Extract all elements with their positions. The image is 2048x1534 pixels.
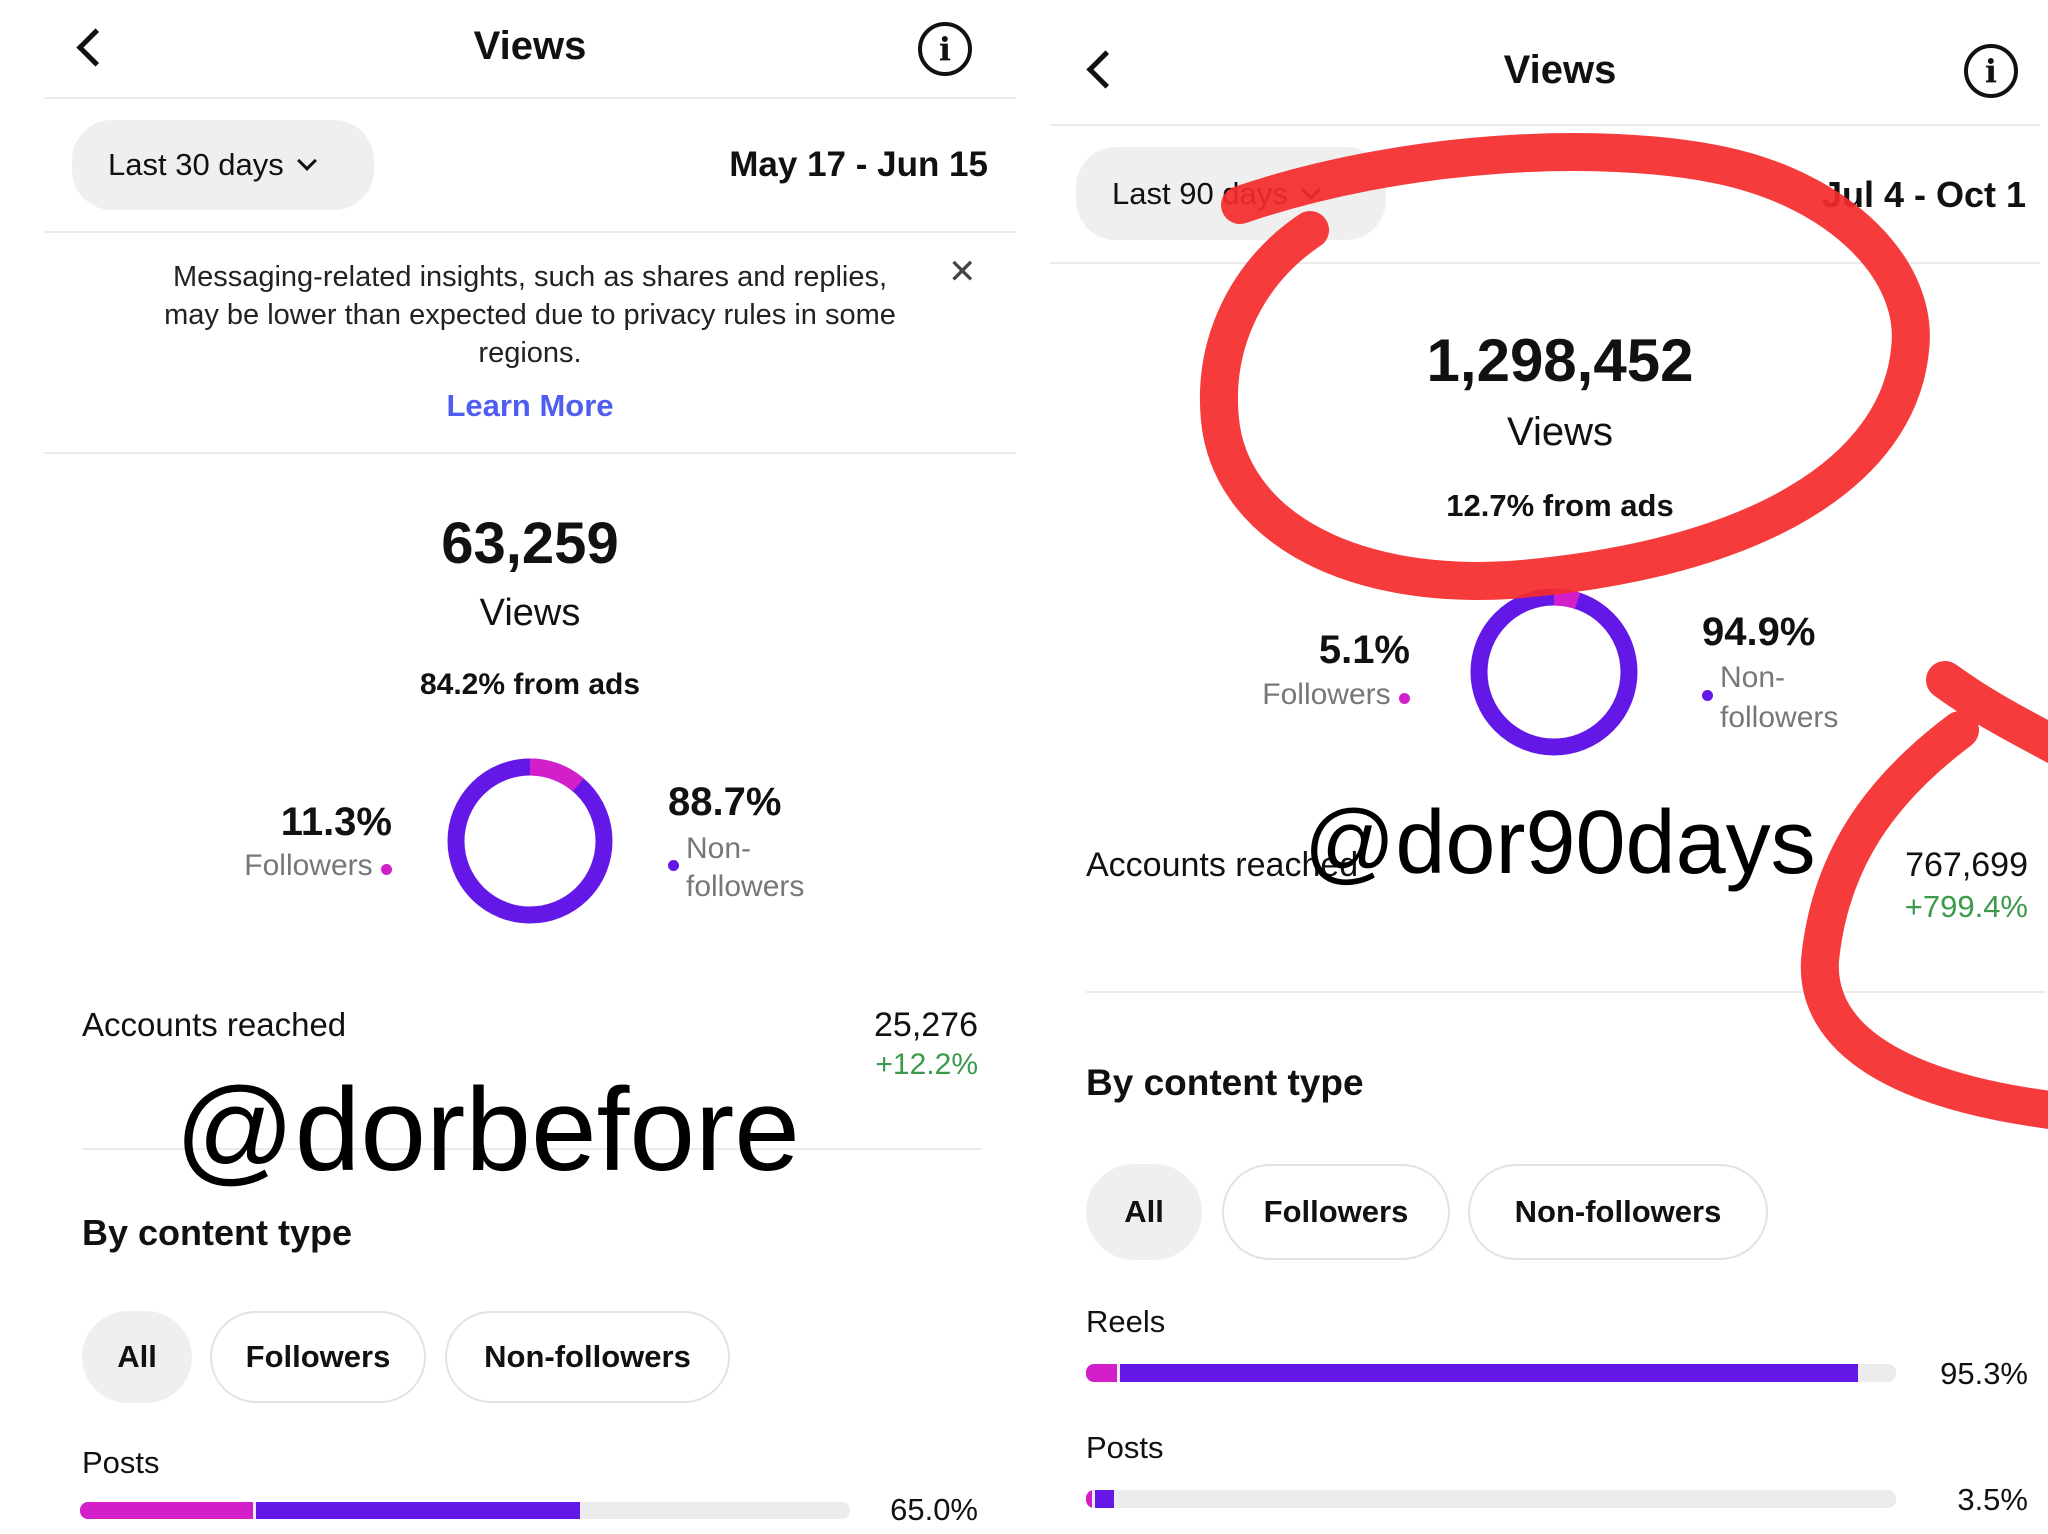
before-screenshot: Views i Last 30 days May 17 - Jun 15 Mes… [0,0,1040,1534]
followers-label: Followers [244,849,373,882]
red-circle-views [1200,133,1930,600]
bar-nonfollower-segment [255,1502,581,1519]
red-annotation-overlay [1200,133,2048,1129]
nonfollowers-dot [668,860,679,871]
date-range-dropdown[interactable]: Last 30 days [72,120,374,210]
date-range-dates: May 17 - Jun 15 [729,145,988,184]
followers-dot [381,864,392,875]
nonfollowers-legend: Non- followers [668,830,804,906]
divider [44,97,1016,99]
divider [44,452,1016,454]
learn-more-link[interactable]: Learn More [0,388,1040,424]
accounts-reached-change: +12.2% [875,1048,978,1081]
nonfollowers-label-2: followers [686,870,805,903]
close-icon[interactable]: ✕ [948,252,977,292]
views-label: Views [479,592,581,634]
red-circle-reach [1800,661,2048,1129]
date-range-label: Last 30 days [108,147,284,182]
bar-follower-segment [80,1502,253,1519]
content-row-label: Posts [82,1445,160,1480]
accounts-reached-value: 25,276 [874,1006,978,1044]
ads-share: 84.2% from ads [419,668,641,701]
content-type-heading: By content type [82,1212,353,1253]
accounts-reached-label: Accounts reached [82,1006,347,1043]
content-row-percent: 65.0% [890,1492,978,1527]
after-screenshot: Views i Last 90 days Jul 4 - Oct 1 1,298… [1040,0,2048,1534]
filter-all[interactable]: All [82,1311,192,1403]
page-title: Views [473,24,587,68]
views-total: 63,259 [441,511,619,576]
nonfollower-ring [447,758,613,924]
watermark-handle: @dorbefore [175,1064,800,1196]
followers-legend: Followers [244,849,392,883]
info-icon[interactable]: i [918,22,972,76]
chevron-down-icon [296,151,317,171]
nonfollowers-label-1: Non- [686,832,752,865]
content-row-bar [80,1502,850,1519]
nonfollowers-percent: 88.7% [668,780,782,824]
followers-donut-chart [447,758,613,924]
followers-percent: 11.3% [280,800,392,844]
filter-nonfollowers[interactable]: Non-followers [445,1311,730,1403]
divider [44,231,1016,233]
filter-followers[interactable]: Followers [210,1311,426,1403]
privacy-notice-text: Messaging-related insights, such as shar… [164,261,896,369]
